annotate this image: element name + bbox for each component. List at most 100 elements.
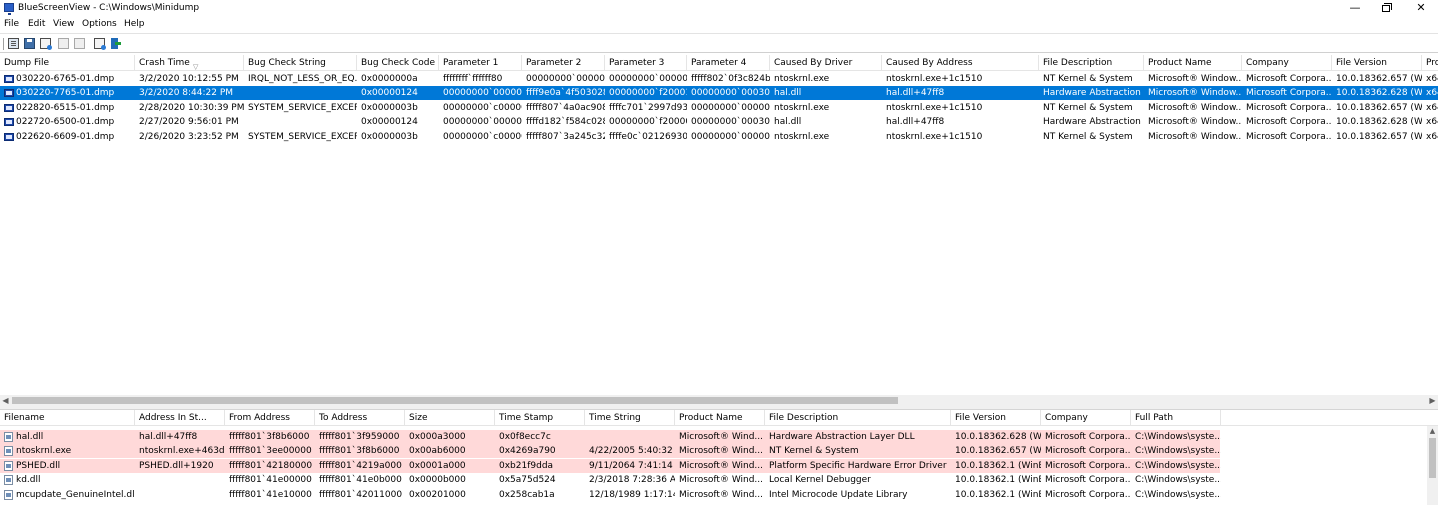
col-parameter-1[interactable]: Parameter 1 bbox=[439, 55, 522, 71]
vertical-scrollbar[interactable]: ▲ bbox=[1427, 426, 1438, 505]
dump-row[interactable]: 022820-6515-01.dmp 2/28/2020 10:30:39 PM S… bbox=[0, 101, 1438, 115]
col-time-stamp[interactable]: Time Stamp bbox=[495, 410, 585, 426]
cell-time-string: 9/11/2064 7:41:14 ... bbox=[589, 460, 675, 471]
cell-to-address: fffff801`4219a000 bbox=[319, 460, 402, 471]
cell-parameter-3: ffffe0c`02126930 bbox=[609, 131, 687, 142]
cell-file-version: 10.0.18362.628 (Wi... bbox=[955, 432, 1041, 442]
copy-button[interactable] bbox=[57, 37, 70, 50]
cell-to-address: fffff801`42011000 bbox=[319, 489, 403, 500]
cell-caused-by-address: ntoskrnl.exe+1c1510 bbox=[886, 102, 983, 113]
col-lower-file-description[interactable]: File Description bbox=[765, 410, 951, 426]
cell-parameter-2: fffff807`4a0ac908 bbox=[526, 102, 605, 113]
cell-address-in-stack: ntoskrnl.exe+463d... bbox=[139, 446, 225, 457]
col-company[interactable]: Company bbox=[1242, 55, 1332, 71]
driver-row[interactable]: kd.dll fffff801`41e00000 fffff801`41e0b000… bbox=[0, 473, 1438, 487]
col-bug-check-code[interactable]: Bug Check Code bbox=[357, 55, 439, 71]
col-caused-by-driver[interactable]: Caused By Driver bbox=[770, 55, 882, 71]
driver-list-header: Filename Address In St... From Address T… bbox=[0, 410, 1438, 426]
maximize-button[interactable] bbox=[1369, 0, 1403, 17]
cell-filename: ntoskrnl.exe bbox=[16, 446, 72, 457]
menu-help[interactable]: Help bbox=[124, 19, 145, 29]
dump-list[interactable]: Dump File Crash Time ▽ Bug Check String B… bbox=[0, 55, 1438, 395]
col-address-in-stack[interactable]: Address In St... bbox=[135, 410, 225, 426]
col-caused-by-address[interactable]: Caused By Address bbox=[882, 55, 1039, 71]
window-title: BlueScreenView - C:\Windows\Minidump bbox=[18, 3, 200, 13]
cell-parameter-4: 00000000`000000... bbox=[691, 131, 770, 142]
find-button[interactable] bbox=[93, 37, 106, 50]
scroll-up-arrow-icon[interactable]: ▲ bbox=[1427, 426, 1438, 437]
cell-bug-check-code: 0x0000000a bbox=[361, 74, 418, 84]
col-size[interactable]: Size bbox=[405, 410, 495, 426]
col-to-address[interactable]: To Address bbox=[315, 410, 405, 426]
find-icon bbox=[94, 38, 106, 50]
dump-row[interactable]: 030220-7765-01.dmp 3/2/2020 8:44:22 PM 0x0… bbox=[0, 86, 1438, 101]
col-dump-file[interactable]: Dump File bbox=[0, 55, 135, 71]
cell-file-version: 10.0.18362.657 (Wi... bbox=[955, 446, 1041, 457]
driver-row[interactable]: PSHED.dll PSHED.dll+1920 fffff801`42180000… bbox=[0, 458, 1438, 473]
col-parameter-2[interactable]: Parameter 2 bbox=[522, 55, 605, 71]
cell-crash-time: 3/2/2020 10:12:55 PM bbox=[139, 74, 239, 84]
cell-size: 0x0001a000 bbox=[409, 460, 466, 471]
driver-row[interactable]: mcupdate_GenuineIntel.dll fffff801`41e100… bbox=[0, 488, 1438, 502]
cell-from-address: fffff801`42180000 bbox=[229, 460, 313, 471]
col-product-name[interactable]: Product Name bbox=[1144, 55, 1242, 71]
cell-product-name: Microsoft® Wind... bbox=[679, 432, 764, 442]
vertical-scroll-thumb[interactable] bbox=[1429, 438, 1436, 478]
cell-bug-check-string: IRQL_NOT_LESS_OR_EQ... bbox=[248, 74, 357, 84]
cell-file-description: Hardware Abstraction ... bbox=[1043, 88, 1144, 99]
col-lower-company[interactable]: Company bbox=[1041, 410, 1131, 426]
cell-file-description: Intel Microcode Update Library bbox=[769, 489, 908, 500]
col-time-string[interactable]: Time String bbox=[585, 410, 675, 426]
cell-file-description: NT Kernel & System bbox=[1043, 74, 1133, 84]
cell-parameter-2: fffff807`3a245c32 bbox=[526, 131, 605, 142]
properties-button[interactable] bbox=[7, 37, 20, 50]
dump-row[interactable]: 022620-6609-01.dmp 2/26/2020 3:23:52 PM SY… bbox=[0, 130, 1438, 144]
cell-parameter-4: fffff802`0f3c824b bbox=[691, 74, 770, 84]
col-lower-file-version[interactable]: File Version bbox=[951, 410, 1041, 426]
cell-company: Microsoft Corpora... bbox=[1045, 432, 1131, 442]
col-full-path[interactable]: Full Path bbox=[1131, 410, 1221, 426]
cell-from-address: fffff801`3f8b6000 bbox=[229, 432, 310, 442]
col-filename[interactable]: Filename bbox=[0, 410, 135, 426]
save-icon bbox=[24, 38, 35, 49]
cell-time-string: 12/18/1989 1:17:14... bbox=[589, 489, 675, 500]
col-processor[interactable]: Pro bbox=[1422, 55, 1438, 71]
col-file-description[interactable]: File Description bbox=[1039, 55, 1144, 71]
horizontal-scroll-thumb[interactable] bbox=[12, 397, 898, 404]
col-lower-product-name[interactable]: Product Name bbox=[675, 410, 765, 426]
menu-options[interactable]: Options bbox=[82, 19, 117, 29]
close-button[interactable]: ✕ bbox=[1404, 0, 1438, 17]
col-parameter-3[interactable]: Parameter 3 bbox=[605, 55, 687, 71]
col-bug-check-string[interactable]: Bug Check String bbox=[244, 55, 357, 71]
menu-edit[interactable]: Edit bbox=[28, 19, 45, 29]
col-parameter-4[interactable]: Parameter 4 bbox=[687, 55, 770, 71]
scroll-left-arrow-icon[interactable]: ◀ bbox=[0, 395, 11, 406]
copy-icon bbox=[58, 38, 69, 49]
cell-company: Microsoft Corpora... bbox=[1045, 489, 1131, 500]
cell-product-name: Microsoft® Wind... bbox=[679, 446, 764, 457]
select-all-button[interactable] bbox=[73, 37, 86, 50]
driver-list[interactable]: Filename Address In St... From Address T… bbox=[0, 410, 1438, 505]
minimize-button[interactable]: — bbox=[1338, 0, 1372, 17]
driver-row[interactable]: ntoskrnl.exe ntoskrnl.exe+463d... fffff801… bbox=[0, 444, 1438, 459]
cell-address-in-stack bbox=[135, 473, 225, 487]
cell-parameter-1: 00000000`c00000... bbox=[443, 131, 522, 142]
cell-parameter-4: 00000000`000000... bbox=[691, 102, 770, 113]
dump-row[interactable]: 022720-6500-01.dmp 2/27/2020 9:56:01 PM 0x… bbox=[0, 115, 1438, 129]
save-button[interactable] bbox=[23, 37, 36, 50]
cell-parameter-1: ffffffff`ffffff80 bbox=[443, 74, 503, 84]
dump-row[interactable]: 030220-6765-01.dmp 3/2/2020 10:12:55 PM IR… bbox=[0, 72, 1438, 86]
exit-button[interactable] bbox=[109, 37, 122, 50]
driver-row[interactable]: hal.dll hal.dll+47ff8 fffff801`3f8b6000 fff… bbox=[0, 430, 1438, 444]
scroll-right-arrow-icon[interactable]: ▶ bbox=[1427, 395, 1438, 406]
bluescreenview-app-icon bbox=[4, 3, 14, 15]
col-crash-time[interactable]: Crash Time ▽ bbox=[135, 55, 244, 71]
cell-parameter-3: ffffc701`2997d930 bbox=[609, 102, 687, 113]
col-file-version[interactable]: File Version bbox=[1332, 55, 1422, 71]
menu-view[interactable]: View bbox=[53, 19, 74, 29]
cell-file-version: 10.0.18362.657 (Wi... bbox=[1336, 74, 1422, 84]
menu-file[interactable]: File bbox=[4, 19, 19, 29]
html-report-button[interactable] bbox=[39, 37, 52, 50]
col-from-address[interactable]: From Address bbox=[225, 410, 315, 426]
horizontal-scrollbar[interactable]: ◀ ▶ bbox=[0, 395, 1438, 406]
